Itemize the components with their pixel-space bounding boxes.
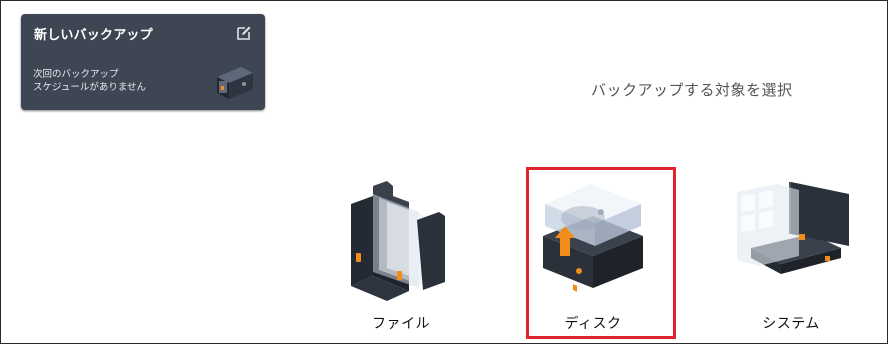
- disk-option-label: ディスク: [564, 316, 622, 332]
- new-backup-card[interactable]: 新しいバックアップ 次回のバックアップ スケジュールがありません: [21, 14, 265, 110]
- system-option-label: システム: [762, 316, 820, 332]
- system-option[interactable]: システム: [731, 176, 851, 336]
- system-icon: [737, 182, 849, 274]
- card-title: 新しいバックアップ: [34, 28, 153, 43]
- edit-icon[interactable]: [236, 25, 252, 41]
- file-icon: [351, 181, 445, 301]
- file-option[interactable]: ファイル: [341, 176, 461, 336]
- disk-icon: [543, 184, 643, 292]
- disk-option[interactable]: ディスク: [533, 176, 653, 336]
- backup-drive-icon: [217, 67, 253, 99]
- select-target-heading: バックアップする対象を選択: [591, 81, 793, 99]
- card-subtitle-line1: 次回のバックアップ: [33, 69, 119, 80]
- card-subtitle-line2: スケジュールがありません: [33, 82, 147, 93]
- card-schedule-text: 次回のバックアップ スケジュールがありません: [33, 68, 146, 94]
- window-frame: 新しいバックアップ 次回のバックアップ スケジュールがありません バックアップす…: [0, 0, 888, 344]
- file-option-label: ファイル: [372, 316, 430, 332]
